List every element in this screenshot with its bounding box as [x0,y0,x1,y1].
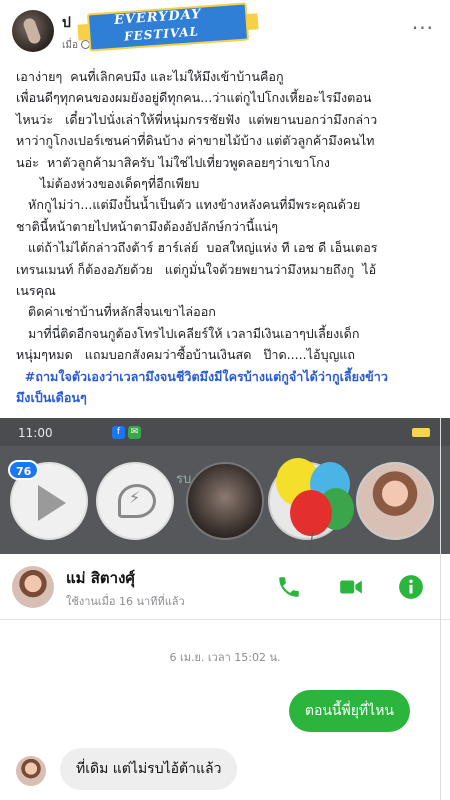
post-time-text: เมื่อ [62,40,79,51]
sender-avatar [16,756,46,786]
post-header: ป เมื่อ ··· EVERYDAY FESTIVAL [0,0,450,62]
more-options-icon[interactable]: ··· [412,16,434,40]
post-line: ไม่ต้องห่วงของเด็ดๆที่อีกเพียบ [16,176,200,192]
hashtag-link[interactable]: #ถามใจตัวเองว่าเวลามึงจนชีวิตมึงมีใครบ้า… [16,366,436,387]
facebook-notification-icon: f [112,426,125,439]
contact-avatar[interactable] [12,566,54,608]
contact-active-status: ใช้งานเมื่อ 16 นาทีที่แล้ว [66,595,185,608]
post-line: เนรคุณ [16,283,56,299]
message-date-separator: 6 เม.ย. เวลา 15:02 น. [169,651,281,664]
contact-name[interactable]: แม่ สิตางศุ์ [66,566,135,590]
play-icon [38,485,66,521]
status-time: 11:00 [18,426,53,440]
chat-header: แม่ สิตางศุ์ ใช้งานเมื่อ 16 นาทีที่แล้ว [0,554,450,620]
post-line: หนุ่มๆหมด แถมบอกสังคมว่าซื้อบ้านเงินสด ป… [16,347,356,363]
post-body-text: เอาง่ายๆ คนที่เลิกคบมึง และไม่ให้มึงเข้า… [16,66,436,409]
post-line: เทรนเมนท์ ก็ต้องอภัยด้วย แต่กูมั่นใจด้วย… [16,261,377,277]
post-line: นอ่ะ หาตัวลูกค้ามาสิครับ ไม่ใช่ไปเที่ยวพ… [16,154,330,170]
post-timestamp[interactable]: เมื่อ [62,38,91,53]
chat-head-contact[interactable] [356,462,434,540]
unread-count-badge: 76 [8,460,40,480]
messenger-chat-head[interactable] [96,462,174,540]
incoming-message[interactable]: ที่เดิม แต่ไม่รบไอ้ต้าแล้ว [60,748,238,790]
message-notification-icon: ✉ [128,426,141,439]
post-author-avatar[interactable] [12,10,54,52]
everyday-festival-sticker: EVERYDAY FESTIVAL [77,2,259,52]
post-line: แต่ถ้าไม่ได้กล่าวถึงต้าร์ ฮาร์เล่ย์ บอสใ… [16,240,378,256]
chat-messages: 6 เม.ย. เวลา 15:02 น. ตอนนี้พี่ยุที่ไหน … [0,620,450,800]
hashtag-link[interactable]: มึงเป็นเดือนๆ [16,387,436,408]
messenger-icon [118,484,156,518]
post-line: เพื่อนดีๆทุกคนของผมยังอยู่ดีทุกคน...ว่าแ… [16,90,372,106]
embedded-chat-screenshot: 11:00 f ✉ รบ 76 แม่ สิตางศุ์ ใช้งานเมื่อ… [0,418,450,800]
chat-head-photo[interactable] [186,462,264,540]
post-line: ติดค่าเช่าบ้านที่หลักสี่จนเขาไล่ออก [16,304,216,320]
edge-line [440,418,441,800]
post-line: หักกูไม่ว่า...แต่มึงปั้นน้ำเป็นตัว แทงข้… [16,197,361,213]
phone-call-icon[interactable] [276,574,302,600]
post-line: ชาตินี้หน้าตายไปหน้าตามึงต้องอัปลักษ์กว่… [16,218,278,234]
video-call-icon[interactable] [338,574,364,600]
post-line: มาที่นี่ติดอีกจนกูต้องโทรไปเคลียร์ให้ เว… [16,325,360,341]
battery-icon [412,428,430,437]
red-balloon [290,490,332,536]
post-line: หาว่ากูโกงเปอร์เซนค่าที่ดินบ้าง ค่าขายไม… [16,133,375,149]
post-author-name[interactable]: ป [62,12,71,34]
outgoing-message[interactable]: ตอนนี้พี่ยุที่ไหน [288,690,410,732]
post-line: ไหนว่ะ เดี๋ยวไปนั่งเล่าให้พี่หนุ่มกรรชัย… [16,111,378,127]
info-icon[interactable] [398,574,424,600]
post-line: เอาง่ายๆ คนที่เลิกคบมึง และไม่ให้มึงเข้า… [16,69,284,84]
phone-status-bar: 11:00 f ✉ [0,418,450,446]
